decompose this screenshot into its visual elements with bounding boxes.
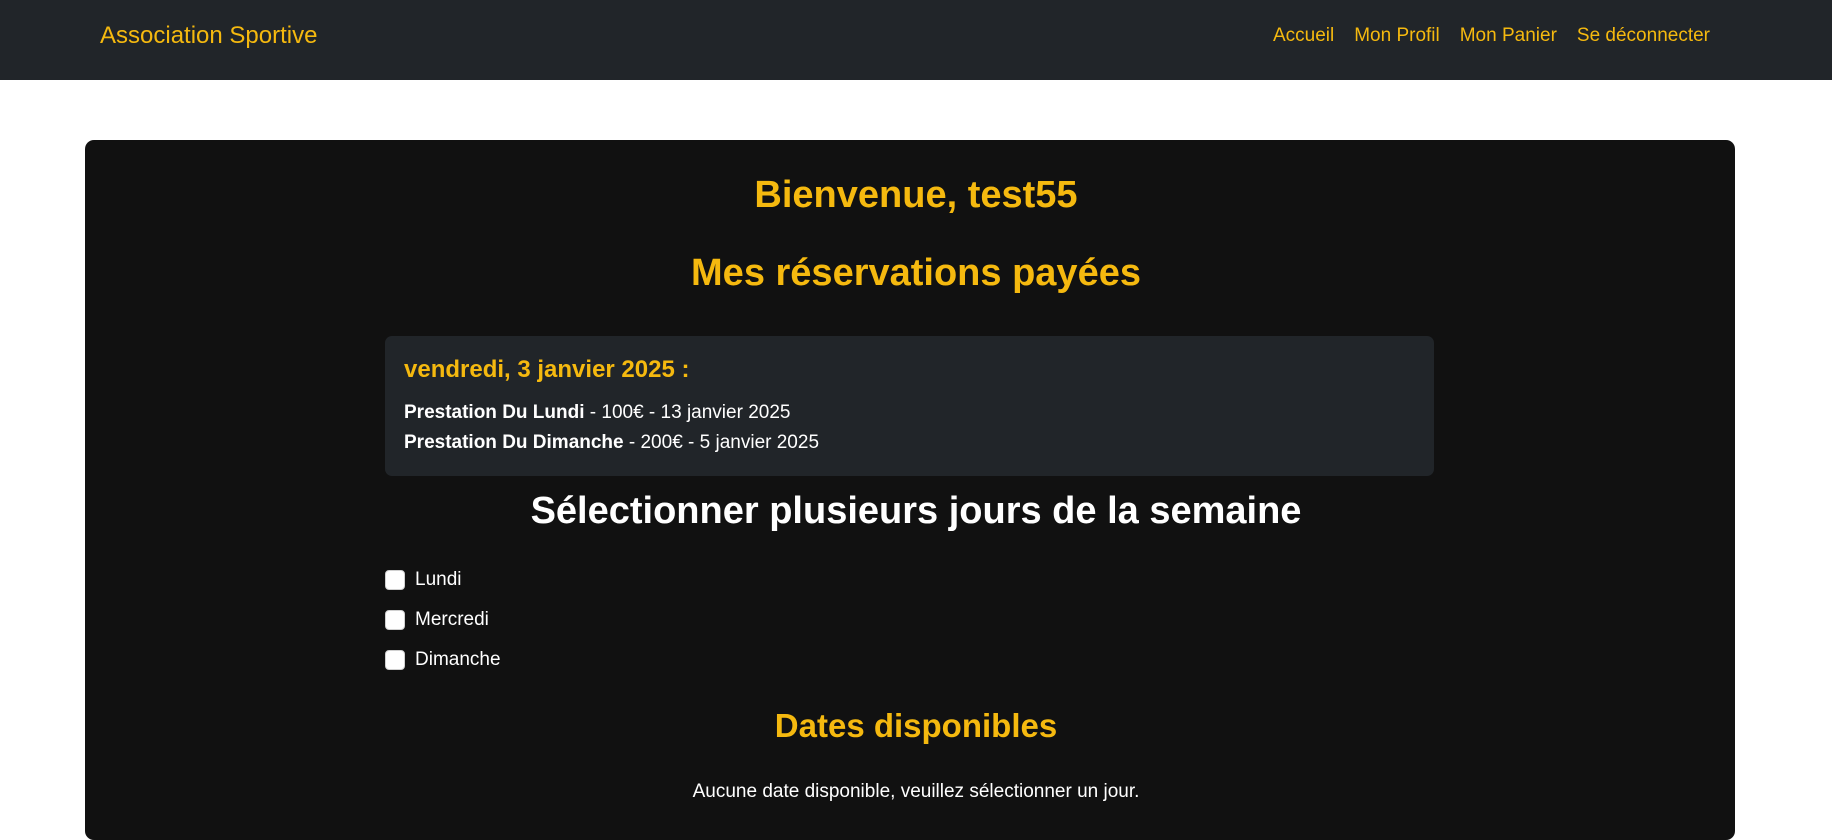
reservation-group: vendredi, 3 janvier 2025 : Prestation Du… xyxy=(385,336,1434,476)
nav-link-se-deconnecter[interactable]: Se déconnecter xyxy=(1577,22,1710,50)
day-label[interactable]: Mercredi xyxy=(415,607,489,633)
day-option-lundi: Lundi xyxy=(385,567,462,593)
nav-link-mon-panier[interactable]: Mon Panier xyxy=(1460,22,1557,50)
brand-link[interactable]: Association Sportive xyxy=(100,20,317,52)
reservation-item-details: - 200€ - 5 janvier 2025 xyxy=(623,432,820,453)
select-days-heading: Sélectionner plusieurs jours de la semai… xyxy=(530,490,1302,532)
nav-link-accueil[interactable]: Accueil xyxy=(1273,22,1334,50)
available-dates-heading: Dates disponibles xyxy=(774,707,1058,744)
top-navbar: Association Sportive Accueil Mon Profil … xyxy=(0,0,1832,80)
reservation-item: Prestation Du Dimanche - 200€ - 5 janvie… xyxy=(404,430,819,456)
day-label[interactable]: Lundi xyxy=(415,567,462,593)
reservation-item-name: Prestation Du Dimanche xyxy=(404,432,624,453)
reservation-date: vendredi, 3 janvier 2025 : xyxy=(404,356,690,383)
reservation-item-name: Prestation Du Lundi xyxy=(404,402,585,423)
welcome-heading: Bienvenue, test55 xyxy=(754,174,1078,216)
day-checkbox-lundi[interactable] xyxy=(385,570,405,590)
reservation-item-details: - 100€ - 13 janvier 2025 xyxy=(584,402,791,423)
day-label[interactable]: Dimanche xyxy=(415,647,501,673)
day-option-dimanche: Dimanche xyxy=(385,647,501,673)
reservation-item: Prestation Du Lundi - 100€ - 13 janvier … xyxy=(404,400,790,426)
nav-links: Accueil Mon Profil Mon Panier Se déconne… xyxy=(1273,22,1710,50)
day-option-mercredi: Mercredi xyxy=(385,607,489,633)
day-checkbox-mercredi[interactable] xyxy=(385,610,405,630)
day-checkbox-dimanche[interactable] xyxy=(385,650,405,670)
reservations-heading: Mes réservations payées xyxy=(691,252,1141,294)
no-dates-message: Aucune date disponible, veuillez sélecti… xyxy=(692,781,1140,802)
nav-link-mon-profil[interactable]: Mon Profil xyxy=(1354,22,1440,50)
